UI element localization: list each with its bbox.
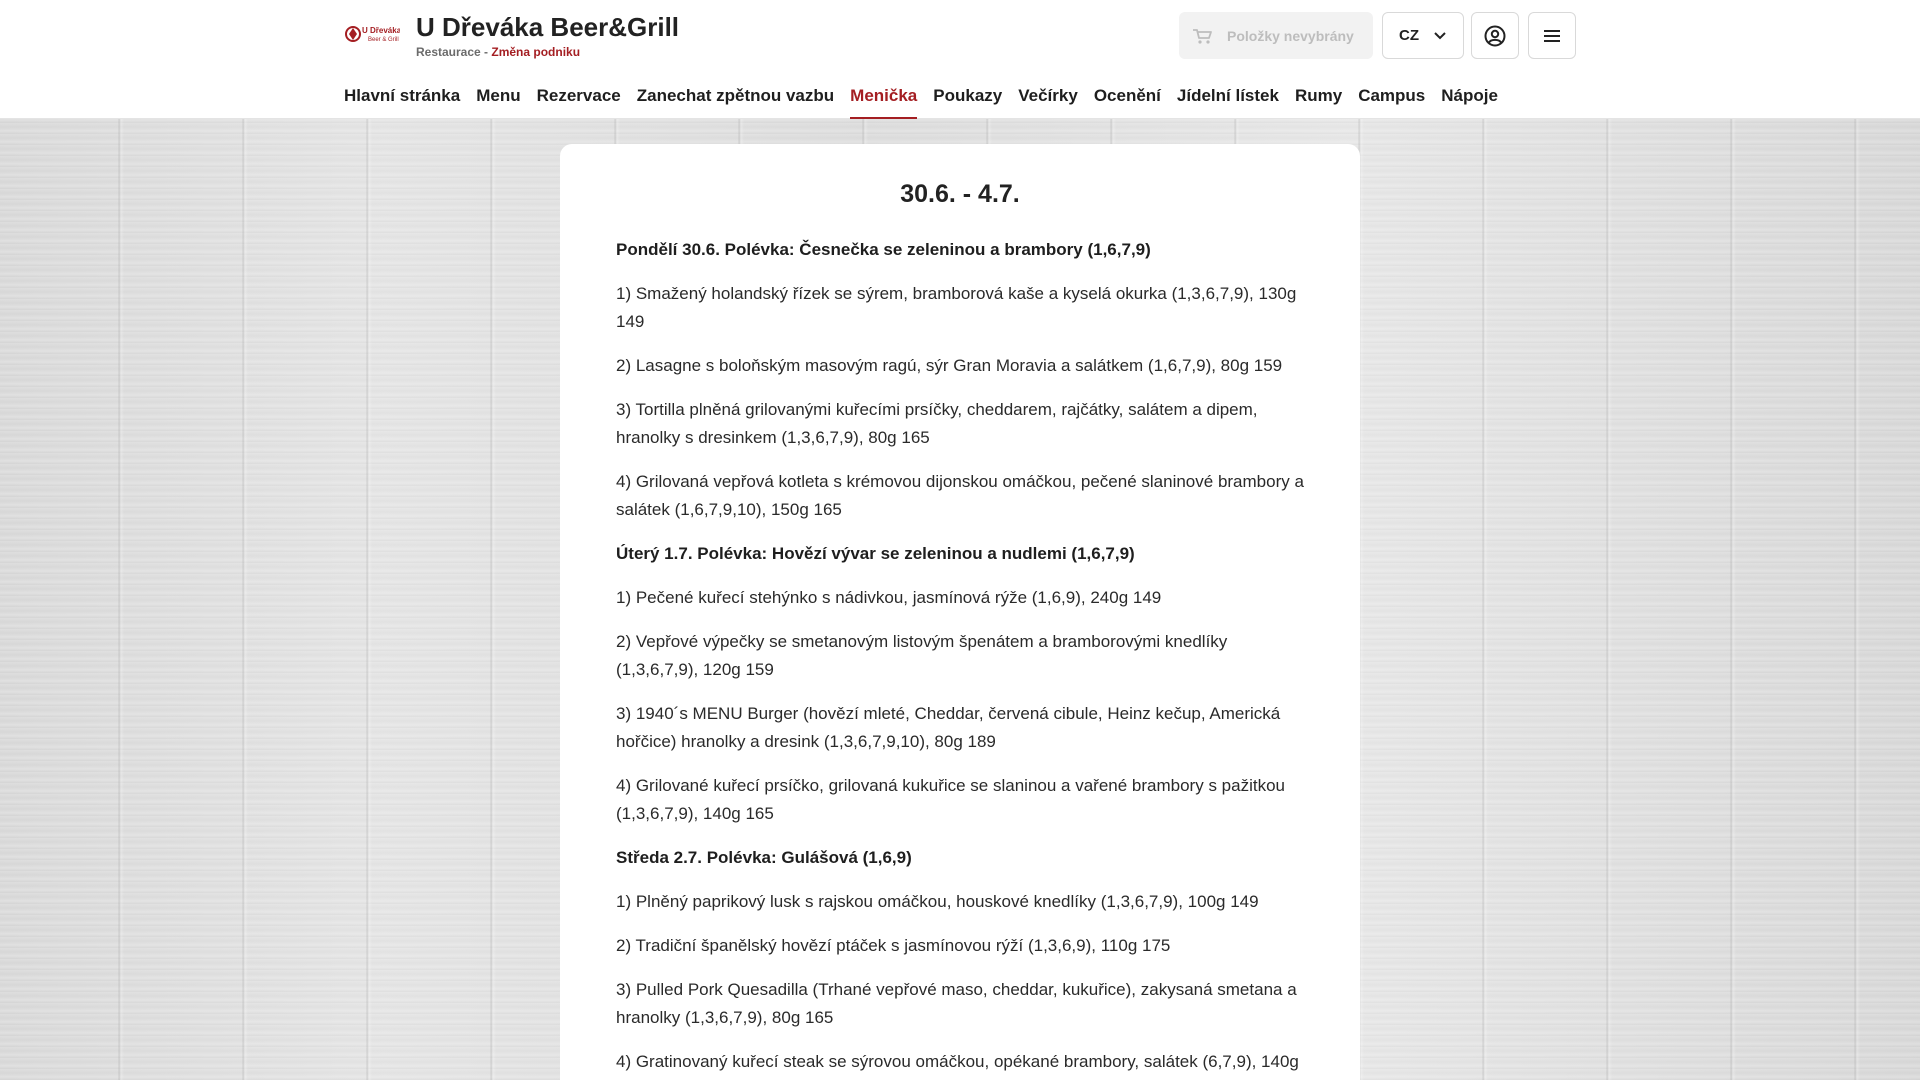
dish-item: 4) Gratinovaný kuřecí steak se sýrovou o…: [616, 1052, 1299, 1071]
site-header: U Dřeváka Beer & Grill U Dřeváka Beer&Gr…: [0, 0, 1920, 119]
day-heading: Úterý 1.7. Polévka: Hovězí vývar se zele…: [616, 544, 1135, 563]
nav-item-reservation[interactable]: Rezervace: [537, 86, 621, 119]
cart-label: Položky nevybrány: [1227, 27, 1354, 44]
dish-item: 4) Grilované kuřecí prsíčko, grilovaná k…: [616, 776, 1285, 823]
daily-menu-card: 30.6. - 4.7. Pondělí 30.6. Polévka: Česn…: [560, 144, 1360, 1080]
restaurant-subtitle: Restaurace - Změna podniku: [416, 45, 580, 59]
nav-item-daily-menu[interactable]: Menička: [850, 86, 918, 119]
chevron-down-icon: [1434, 31, 1446, 39]
change-venue-link[interactable]: Změna podniku: [491, 45, 580, 59]
nav-item-rums[interactable]: Rumy: [1295, 86, 1342, 119]
dish-item: 1) Smažený holandský řízek se sýrem, bra…: [616, 284, 1297, 331]
cart-icon: [1193, 28, 1212, 44]
dish-item: 1) Pečené kuřecí stehýnko s nádivkou, ja…: [616, 588, 1162, 607]
hamburger-menu-button[interactable]: [1528, 12, 1576, 59]
nav-item-campus[interactable]: Campus: [1358, 86, 1425, 119]
dish-item: 3) 1940´s MENU Burger (hovězí mleté, Che…: [616, 704, 1281, 751]
nav-item-home[interactable]: Hlavní stránka: [344, 86, 460, 119]
restaurant-logo[interactable]: U Dřeváka Beer & Grill: [344, 22, 400, 46]
language-selector[interactable]: CZ: [1382, 12, 1464, 59]
main-nav: Hlavní stránka Menu Rezervace Zanechat z…: [344, 86, 1514, 119]
nav-item-feedback[interactable]: Zanechat zpětnou vazbu: [637, 86, 834, 119]
restaurant-name[interactable]: U Dřeváka Beer&Grill: [416, 12, 679, 43]
cart-button[interactable]: Položky nevybrány: [1179, 12, 1373, 59]
user-icon: [1484, 25, 1506, 46]
subtitle-prefix: Restaurace -: [416, 45, 492, 59]
nav-item-parties[interactable]: Večírky: [1018, 86, 1078, 119]
week-title: 30.6. - 4.7.: [900, 180, 1020, 208]
svg-text:U Dřeváka: U Dřeváka: [362, 26, 400, 35]
nav-item-menu[interactable]: Menu: [476, 86, 520, 119]
svg-text:Beer & Grill: Beer & Grill: [368, 37, 399, 43]
dish-item: 3) Pulled Pork Quesadilla (Trhané vepřov…: [616, 980, 1297, 1027]
dish-item: 3) Tortilla plněná grilovanými kuřecími …: [616, 400, 1258, 447]
language-label: CZ: [1399, 27, 1419, 44]
dish-item: 2) Lasagne s boloňským masovým ragú, sýr…: [616, 356, 1283, 375]
nav-item-awards[interactable]: Ocenění: [1094, 86, 1161, 119]
hamburger-icon: [1544, 29, 1560, 42]
dish-item: 2) Vepřové výpečky se smetanovým listový…: [616, 632, 1228, 679]
account-button[interactable]: [1471, 12, 1519, 59]
dish-item: 2) Tradiční španělský hovězí ptáček s ja…: [616, 936, 1171, 955]
menu-lines: Pondělí 30.6. Polévka: Česnečka se zelen…: [616, 236, 1304, 1076]
day-heading: Středa 2.7. Polévka: Gulášová (1,6,9): [616, 848, 912, 867]
day-heading: Pondělí 30.6. Polévka: Česnečka se zelen…: [616, 240, 1151, 259]
nav-item-vouchers[interactable]: Poukazy: [933, 86, 1002, 119]
dish-item: 4) Grilovaná vepřová kotleta s krémovou …: [616, 472, 1304, 519]
dish-item: 1) Plněný paprikový lusk s rajskou omáčk…: [616, 892, 1259, 911]
nav-item-drinks[interactable]: Nápoje: [1441, 86, 1498, 119]
nav-item-food-menu[interactable]: Jídelní lístek: [1177, 86, 1279, 119]
